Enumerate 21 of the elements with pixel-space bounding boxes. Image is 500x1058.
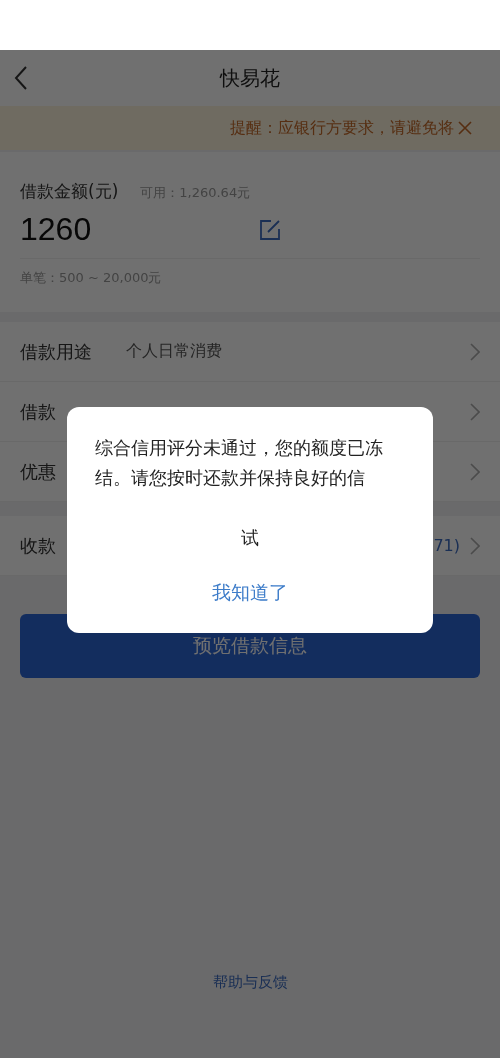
edit-icon[interactable] [259,218,282,241]
row-value: 个人日常消费 [126,341,222,362]
chevron-icon [470,536,480,555]
amount-label: 借款金额(元) [20,180,119,203]
dialog-message: 综合信用评分未通过，您的额度已冻结。请您按时还款并保持良好的信 [95,436,384,490]
row-value: 71) [433,536,460,555]
notice-text: 提醒：应银行方要求，请避免将 [230,117,454,139]
page-title: 快易花 [220,64,280,92]
help-link[interactable]: 帮助与反馈 [212,973,288,992]
dialog-message: 试 [241,526,259,550]
chevron-icon [470,462,480,481]
row-label: 优惠 [20,459,56,484]
amount-field[interactable]: 1260 [20,211,92,248]
row-label: 收款 [20,533,56,558]
chevron-icon [470,342,480,361]
row-label: 借款用途 [20,339,92,364]
close-icon[interactable] [458,121,472,135]
back-icon[interactable] [14,65,28,91]
row-label: 借款 [20,399,56,424]
settings-row[interactable]: 借款用途 个人日常消费 [0,322,500,382]
chevron-icon [470,402,480,421]
